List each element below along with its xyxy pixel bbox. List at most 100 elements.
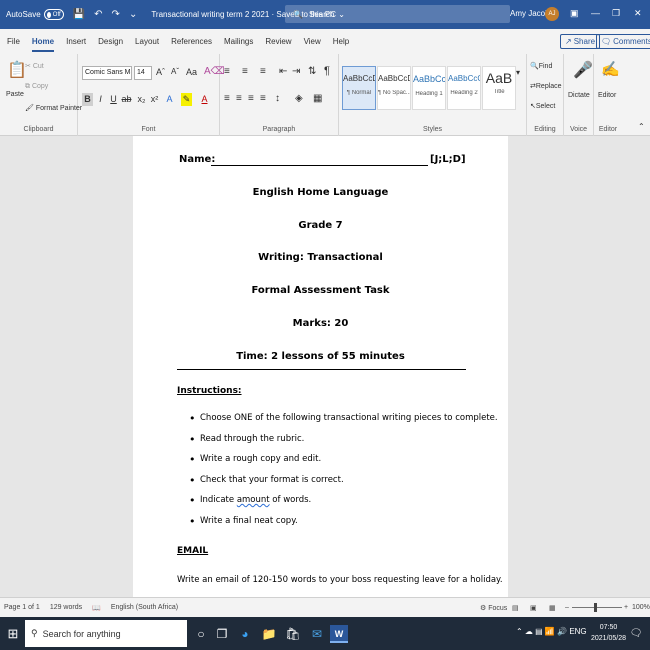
- paste-button[interactable]: Paste: [6, 91, 24, 98]
- style-heading-2[interactable]: AaBbCcC Heading 2: [447, 66, 481, 110]
- style-title[interactable]: AaB Title: [482, 66, 516, 110]
- zoom-slider[interactable]: [572, 607, 622, 608]
- editor-pen-icon[interactable]: ✍: [601, 60, 620, 78]
- format-painter-button[interactable]: 🖌 Format Painter: [25, 104, 82, 112]
- shading-icon[interactable]: ◈: [295, 93, 303, 104]
- sort-icon[interactable]: ⇅: [308, 66, 316, 77]
- task-view-icon[interactable]: ❐: [213, 625, 231, 643]
- bullets-icon[interactable]: ≡: [224, 66, 230, 77]
- styles-more-icon[interactable]: ▾: [516, 68, 520, 77]
- comments-button[interactable]: 🗨 Comments: [596, 34, 650, 49]
- windows-start-icon[interactable]: ⊞: [4, 625, 22, 643]
- file-explorer-icon[interactable]: 📁: [260, 625, 278, 643]
- superscript-icon[interactable]: x²: [149, 93, 160, 106]
- multilevel-list-icon[interactable]: ≡: [260, 66, 266, 77]
- replace-button[interactable]: ⇄Replace: [530, 82, 562, 90]
- spelling-flag[interactable]: amount: [237, 495, 270, 505]
- zoom-out-icon[interactable]: –: [565, 604, 569, 611]
- notifications-icon[interactable]: 🗨: [627, 625, 645, 643]
- style-normal[interactable]: AaBbCcDc ¶ Normal: [342, 66, 376, 110]
- proofing-icon[interactable]: 📖: [92, 604, 101, 612]
- web-layout-icon[interactable]: ▦: [549, 604, 556, 612]
- undo-icon[interactable]: ↶: [94, 9, 102, 20]
- justify-icon[interactable]: ≡: [260, 93, 266, 104]
- copy-icon: ⧉: [25, 83, 30, 90]
- tab-home[interactable]: Home: [31, 37, 55, 52]
- customize-qat-icon[interactable]: ⌄: [129, 9, 137, 20]
- decrease-indent-icon[interactable]: ⇤: [279, 66, 287, 77]
- editor-button[interactable]: Editor: [598, 92, 616, 99]
- clipboard-group: 📋 Paste ✂ Cut ⧉ Copy 🖌 Format Painter Cl…: [0, 54, 82, 136]
- find-button[interactable]: 🔍Find: [530, 62, 552, 70]
- microphone-icon[interactable]: 🎤: [573, 60, 593, 80]
- autosave[interactable]: AutoSave Off: [6, 9, 64, 20]
- numbering-icon[interactable]: ≡: [242, 66, 248, 77]
- copy-button[interactable]: ⧉ Copy: [25, 83, 48, 91]
- tab-help[interactable]: Help: [333, 37, 349, 46]
- zoom-level[interactable]: 100%: [632, 604, 650, 611]
- style-heading-1[interactable]: AaBbCc Heading 1: [412, 66, 446, 110]
- autosave-toggle[interactable]: Off: [43, 9, 64, 20]
- edge-icon[interactable]: ◕: [236, 625, 254, 643]
- focus-button[interactable]: ⚙ Focus: [480, 604, 507, 612]
- word-app-icon[interactable]: W: [330, 625, 348, 643]
- print-layout-icon[interactable]: ▣: [530, 604, 537, 612]
- shrink-font-icon[interactable]: Aˇ: [171, 67, 179, 76]
- subscript-icon[interactable]: x₂: [136, 93, 147, 106]
- page-count[interactable]: Page 1 of 1: [4, 604, 40, 611]
- strikethrough-icon[interactable]: ab: [121, 93, 132, 106]
- avatar[interactable]: AJ: [545, 7, 559, 21]
- taskbar-search[interactable]: ⚲ Search for anything: [25, 620, 187, 647]
- font-name-select[interactable]: Comic Sans MS: [82, 66, 132, 80]
- cut-button[interactable]: ✂ Cut: [25, 62, 44, 70]
- tab-mailings[interactable]: Mailings: [224, 37, 253, 46]
- font-size-select[interactable]: 14: [134, 66, 152, 80]
- close-icon[interactable]: ✕: [634, 8, 642, 19]
- align-center-icon[interactable]: ≡: [236, 93, 242, 104]
- language-status[interactable]: English (South Africa): [111, 604, 178, 611]
- minimize-icon[interactable]: —: [591, 8, 600, 18]
- save-icon[interactable]: 💾: [73, 9, 85, 20]
- borders-icon[interactable]: ▦: [313, 93, 322, 104]
- increase-indent-icon[interactable]: ⇥: [292, 66, 300, 77]
- italic-icon[interactable]: I: [95, 93, 106, 106]
- align-left-icon[interactable]: ≡: [224, 93, 230, 104]
- redo-icon[interactable]: ↷: [112, 9, 120, 20]
- tab-design[interactable]: Design: [98, 37, 123, 46]
- change-case-icon[interactable]: Aa: [186, 67, 197, 77]
- font-color-icon[interactable]: A: [199, 93, 210, 106]
- ribbon-display-icon[interactable]: ▣: [570, 8, 579, 19]
- align-right-icon[interactable]: ≡: [248, 93, 254, 104]
- collapse-ribbon-icon[interactable]: ⌃: [638, 122, 645, 131]
- word-count[interactable]: 129 words: [50, 604, 82, 611]
- tab-layout[interactable]: Layout: [135, 37, 159, 46]
- restore-icon[interactable]: ❐: [612, 8, 620, 19]
- grow-font-icon[interactable]: Aˆ: [156, 67, 165, 77]
- zoom-slider-handle[interactable]: [594, 603, 597, 612]
- store-icon[interactable]: 🛍: [284, 625, 302, 643]
- dictate-button[interactable]: Dictate: [568, 92, 590, 99]
- share-button[interactable]: ↗ Share: [560, 34, 601, 49]
- clock[interactable]: 07:50 2021/05/28: [591, 622, 626, 644]
- show-formatting-icon[interactable]: ¶: [324, 65, 330, 77]
- tab-insert[interactable]: Insert: [66, 37, 86, 46]
- line-spacing-icon[interactable]: ↕: [275, 93, 280, 104]
- bold-icon[interactable]: B: [82, 93, 93, 106]
- underline-icon[interactable]: U: [108, 93, 119, 106]
- highlight-icon[interactable]: ✎: [181, 93, 192, 106]
- document-page[interactable]: Name: [J;L;D] English Home Language Grad…: [133, 136, 508, 597]
- select-button[interactable]: ↖Select: [530, 102, 555, 110]
- search-box[interactable]: 🔍 Search: [285, 5, 510, 23]
- tab-review[interactable]: Review: [265, 37, 291, 46]
- tab-file[interactable]: File: [7, 37, 20, 46]
- zoom-in-icon[interactable]: +: [624, 604, 628, 611]
- paste-icon[interactable]: 📋: [7, 60, 27, 80]
- text-effects-icon[interactable]: A: [164, 93, 175, 106]
- cortana-icon[interactable]: ○: [192, 625, 210, 643]
- read-mode-icon[interactable]: ▤: [512, 604, 519, 612]
- mail-icon[interactable]: ✉: [308, 625, 326, 643]
- system-tray[interactable]: ⌃ ☁ ▤ 📶 🔊 ENG: [516, 627, 587, 636]
- tab-references[interactable]: References: [171, 37, 212, 46]
- style-no-spacing[interactable]: AaBbCcDc ¶ No Spac...: [377, 66, 411, 110]
- tab-view[interactable]: View: [304, 37, 321, 46]
